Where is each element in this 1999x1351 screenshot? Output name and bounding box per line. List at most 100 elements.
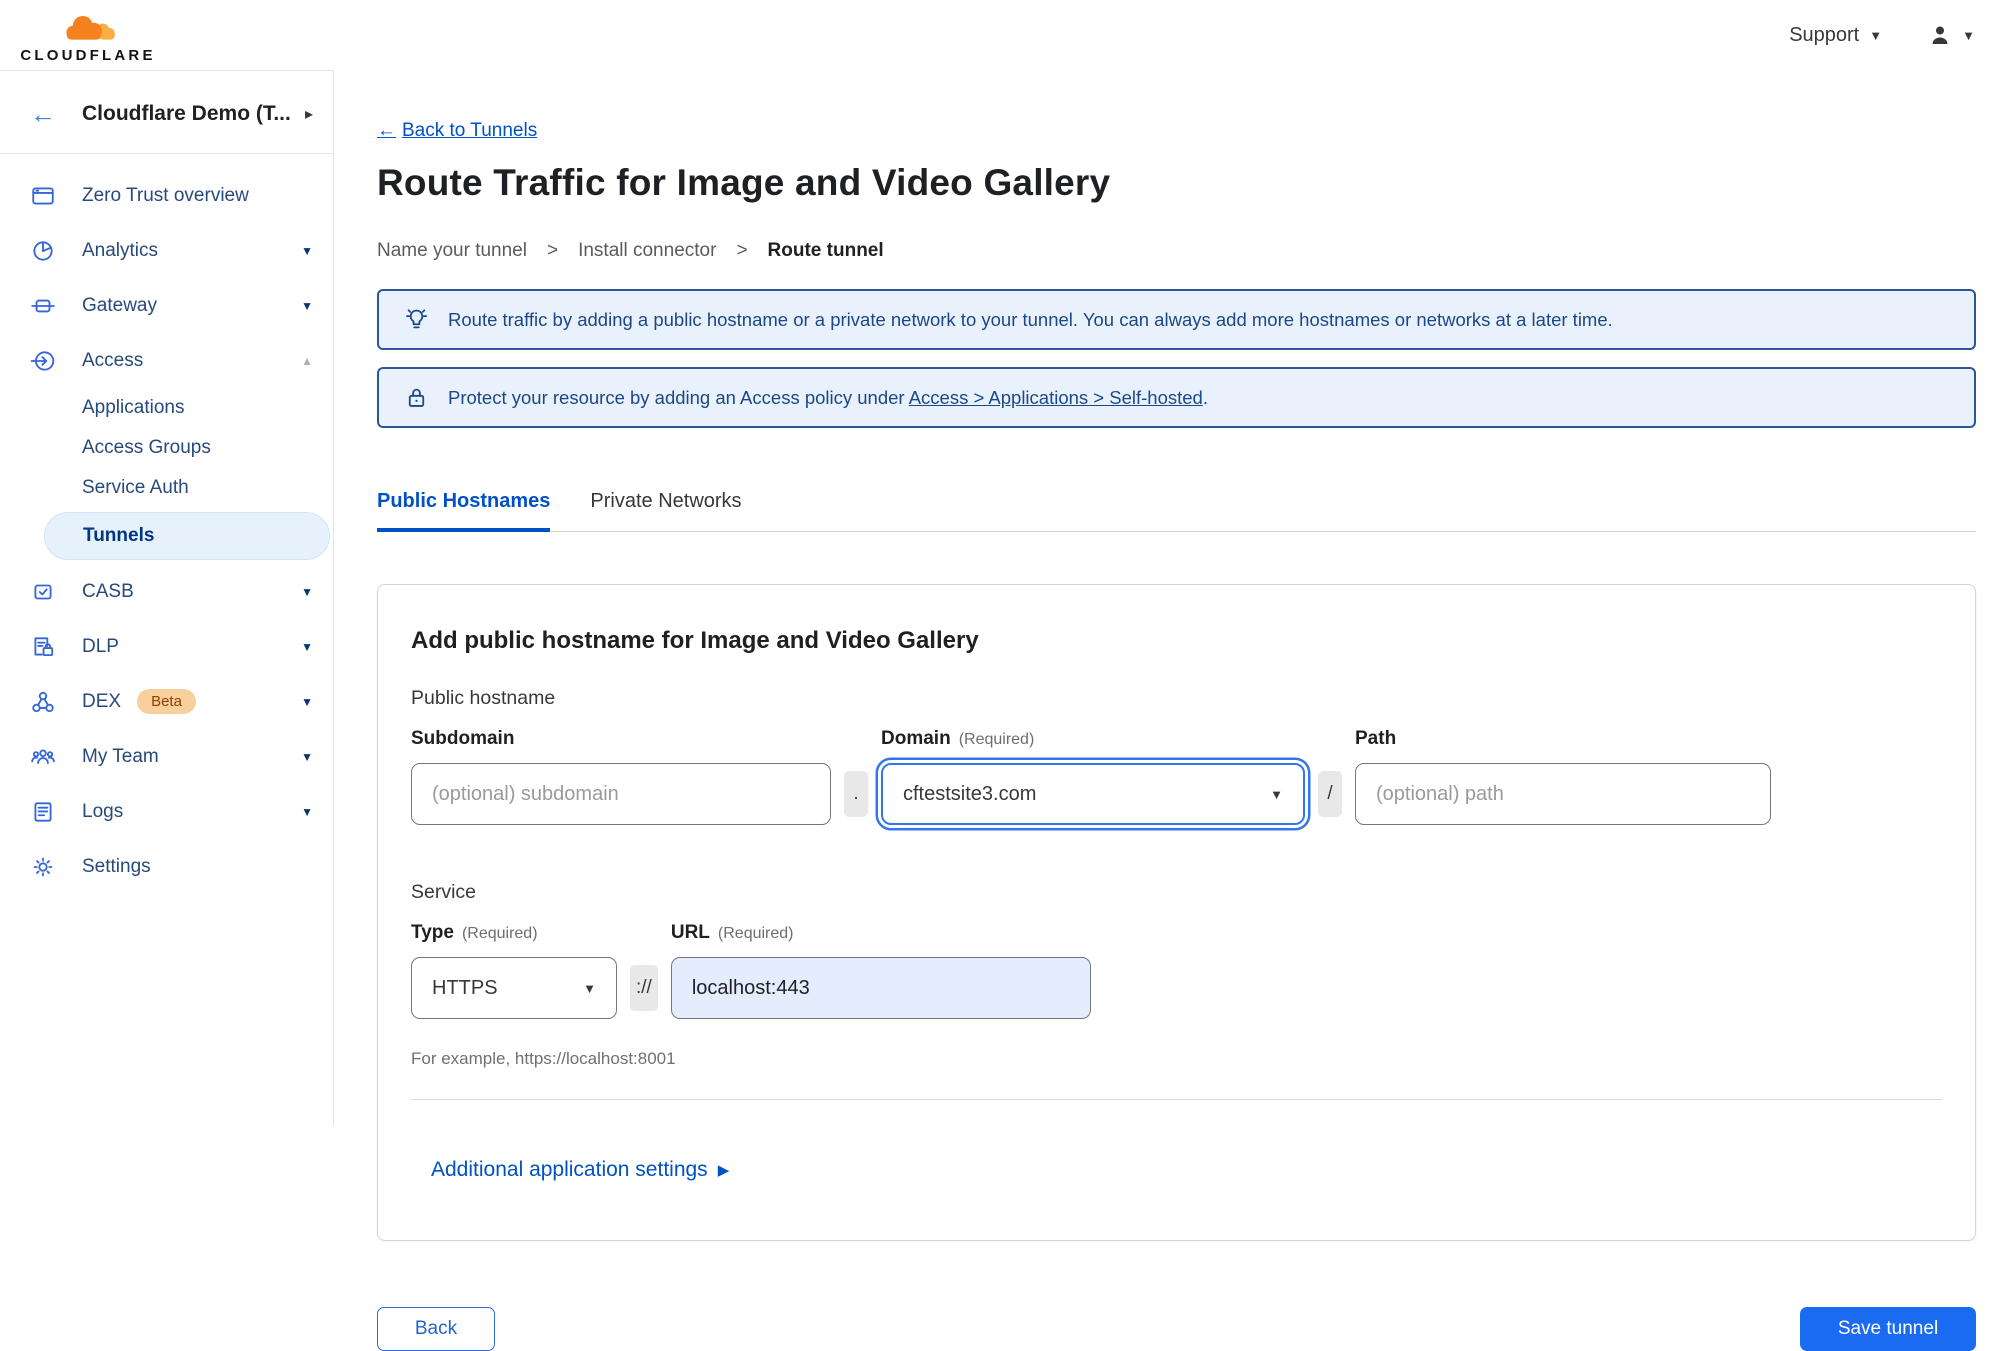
subdomain-input[interactable] [411, 763, 831, 825]
breadcrumb-step-install-connector[interactable]: Install connector [578, 240, 716, 262]
support-menu[interactable]: Support ▼ [1789, 24, 1882, 47]
sidebar-item-casb[interactable]: CASB ▼ [0, 564, 333, 619]
sidebar-item-access[interactable]: Access ▲ [0, 333, 333, 388]
path-label: Path [1355, 728, 1397, 749]
breadcrumb-separator: > [546, 240, 559, 261]
sidebar-item-logs[interactable]: Logs ▼ [0, 784, 333, 839]
chevron-down-icon: ▼ [301, 694, 313, 709]
sidebar-item-analytics[interactable]: Analytics ▼ [0, 223, 333, 278]
info-banner-access-policy: Protect your resource by adding an Acces… [377, 367, 1976, 428]
tab-private-networks[interactable]: Private Networks [590, 490, 741, 531]
beta-badge: Beta [137, 689, 196, 714]
dot-separator: . [844, 771, 868, 817]
chevron-right-icon[interactable]: ▸ [305, 104, 313, 124]
chevron-down-icon: ▼ [301, 804, 313, 819]
footer-actions: Back Save tunnel [377, 1307, 1976, 1351]
protect-banner-text: Protect your resource by adding an Acces… [448, 386, 905, 408]
cloudflare-logo[interactable]: CLOUDFLARE [17, 6, 159, 64]
path-input[interactable] [1355, 763, 1771, 825]
sidebar-item-settings[interactable]: Settings [0, 839, 333, 894]
sidebar-item-dlp[interactable]: DLP ▼ [0, 619, 333, 674]
additional-application-settings-toggle[interactable]: Additional application settings ▶ [431, 1158, 729, 1182]
chevron-down-icon: ▼ [301, 749, 313, 764]
back-arrow-icon: ← [377, 120, 396, 141]
sidebar-item-access-groups[interactable]: Access Groups [0, 428, 333, 468]
save-tunnel-button[interactable]: Save tunnel [1800, 1307, 1976, 1351]
top-bar: CLOUDFLARE Support ▼ ▼ [0, 0, 1999, 70]
chevron-down-icon: ▼ [1962, 27, 1975, 43]
dlp-document-lock-icon [30, 634, 56, 660]
type-label: Type (Required) [411, 922, 538, 943]
gateway-icon [30, 293, 56, 319]
chevron-down-icon: ▼ [301, 298, 313, 313]
back-arrow-icon[interactable]: ← [30, 101, 56, 127]
sidebar-item-my-team[interactable]: My Team ▼ [0, 729, 333, 784]
chevron-up-icon: ▲ [301, 353, 313, 368]
sidebar-item-tunnels-selected[interactable]: Tunnels [0, 512, 333, 560]
chevron-down-icon: ▼ [583, 980, 596, 996]
chevron-down-icon: ▼ [301, 243, 313, 258]
support-label: Support [1789, 23, 1860, 46]
casb-icon [30, 579, 56, 605]
info-banner-route-traffic: Route traffic by adding a public hostnam… [377, 289, 1976, 350]
expand-right-icon: ▶ [717, 1162, 730, 1179]
scheme-separator: :// [630, 965, 658, 1011]
url-label: URL (Required) [670, 922, 794, 943]
cloudflare-cloud-icon [66, 16, 115, 40]
info-banner-text: Route traffic by adding a public hostnam… [448, 308, 1613, 330]
page-title: Route Traffic for Image and Video Galler… [377, 162, 1111, 203]
public-hostname-card: Add public hostname for Image and Video … [377, 584, 1976, 1241]
breadcrumb-separator: > [736, 240, 748, 261]
service-type-select[interactable]: HTTPS ▼ [411, 957, 617, 1019]
type-selected-value: HTTPS [432, 976, 498, 999]
sidebar-item-dex[interactable]: DEX Beta ▼ [0, 674, 333, 729]
main-content: ← Back to Tunnels Route Traffic for Imag… [334, 70, 1999, 1351]
url-example-hint: For example, https://localhost:8001 [411, 1049, 676, 1068]
cloudflare-wordmark: CLOUDFLARE [20, 47, 156, 64]
tab-bar: Public Hostnames Private Networks [377, 490, 1976, 532]
domain-select[interactable]: cftestsite3.com ▼ [881, 763, 1305, 825]
logs-document-icon [30, 799, 56, 825]
pie-chart-icon [30, 238, 56, 264]
tunnels-active-pill[interactable]: Tunnels [44, 512, 330, 560]
domain-selected-value: cftestsite3.com [903, 782, 1037, 805]
team-people-icon [30, 744, 56, 770]
sidebar-item-zero-trust-overview[interactable]: Zero Trust overview [0, 168, 333, 223]
sidebar-nav: Zero Trust overview Analytics ▼ Gateway … [0, 154, 333, 894]
gear-icon [30, 854, 56, 880]
service-url-input[interactable] [670, 957, 1091, 1019]
chevron-down-icon: ▼ [301, 639, 313, 654]
service-section-label: Service [411, 881, 477, 903]
hostname-field-row: Subdomain . Domain(Required) cftestsite3… [411, 728, 1942, 825]
back-button[interactable]: Back [377, 1307, 495, 1351]
account-menu[interactable]: ▼ [1928, 23, 1975, 47]
sidebar-item-gateway[interactable]: Gateway ▼ [0, 278, 333, 333]
tab-public-hostnames[interactable]: Public Hostnames [377, 490, 551, 532]
breadcrumb: Name your tunnel > Install connector > R… [377, 240, 1976, 262]
service-field-row: Type (Required) HTTPS ▼ :// URL (Required) [411, 922, 1942, 1019]
subdomain-label: Subdomain [411, 728, 515, 749]
sidebar-item-service-auth[interactable]: Service Auth [0, 468, 333, 508]
protect-banner-period: . [1202, 386, 1208, 408]
access-icon [30, 348, 56, 374]
overview-window-icon [30, 183, 56, 209]
access-applications-self-hosted-link[interactable]: Access > Applications > Self-hosted [909, 387, 1203, 408]
public-hostname-section-label: Public hostname [411, 687, 556, 709]
user-icon [1932, 26, 1948, 44]
sidebar-item-applications[interactable]: Applications [0, 388, 333, 428]
domain-label: Domain (Required) [881, 728, 1035, 749]
card-heading: Add public hostname for Image and Video … [411, 627, 979, 654]
lightbulb-icon [406, 309, 427, 329]
chevron-down-icon: ▼ [1270, 786, 1283, 802]
sidebar: ← Cloudflare Demo (T... ▸ Zero Trust ove… [0, 70, 334, 1125]
sidebar-account-header: ← Cloudflare Demo (T... ▸ [0, 71, 333, 154]
chevron-down-icon: ▼ [301, 584, 313, 599]
dex-nodes-icon [30, 689, 56, 715]
lock-icon [408, 388, 425, 407]
slash-separator: / [1318, 771, 1342, 817]
chevron-down-icon: ▼ [1869, 27, 1883, 43]
breadcrumb-step-name-tunnel[interactable]: Name your tunnel [377, 240, 527, 262]
card-divider [411, 1099, 1942, 1100]
back-to-tunnels-link[interactable]: ← Back to Tunnels [377, 120, 537, 142]
account-name: Cloudflare Demo (T... [82, 102, 291, 125]
